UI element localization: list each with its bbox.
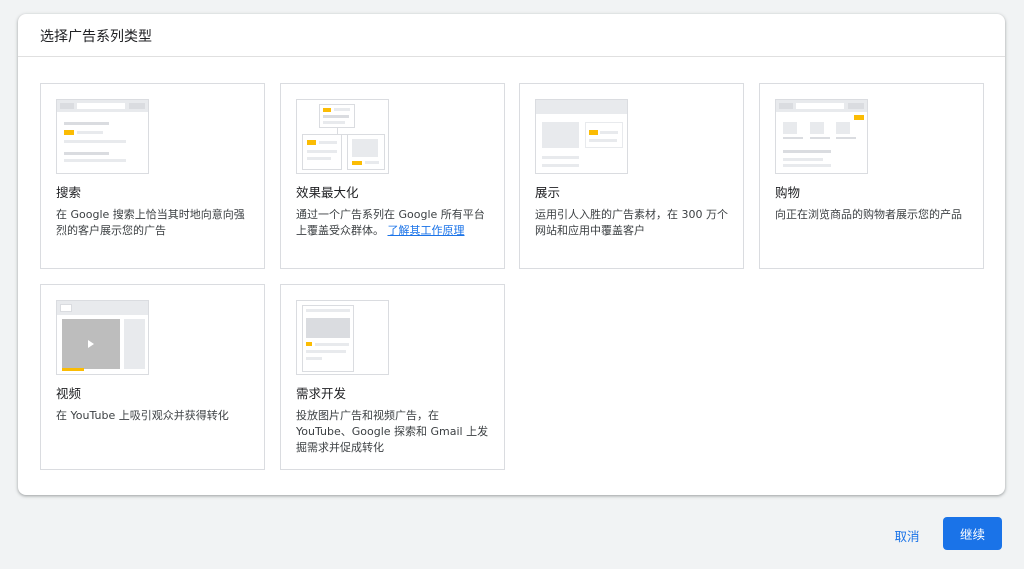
card-title: 效果最大化 — [296, 185, 359, 200]
card-description: 在 Google 搜索上恰当其时地向意向强烈的客户展示您的广告 — [56, 208, 245, 237]
dialog-title: 选择广告系列类型 — [18, 14, 1005, 57]
card-description: 投放图片广告和视频广告，在 YouTube、Google 探索和 Gmail 上… — [296, 409, 489, 454]
card-search[interactable]: 搜索 在 Google 搜索上恰当其时地向意向强烈的客户展示您的广告 — [40, 83, 265, 269]
shopping-illustration-icon — [775, 99, 868, 174]
performance-max-illustration-icon — [296, 99, 389, 174]
card-description: 运用引人入胜的广告素材，在 300 万个网站和应用中覆盖客户 — [535, 208, 728, 237]
search-illustration-icon — [56, 99, 149, 174]
card-video[interactable]: 视频 在 YouTube 上吸引观众并获得转化 — [40, 284, 265, 470]
card-description: 向正在浏览商品的购物者展示您的产品 — [775, 208, 962, 221]
card-title: 视频 — [56, 386, 82, 401]
continue-button[interactable]: 继续 — [943, 517, 1002, 550]
card-shopping[interactable]: 购物 向正在浏览商品的购物者展示您的产品 — [759, 83, 984, 269]
learn-how-it-works-link[interactable]: 了解其工作原理 — [388, 224, 465, 237]
card-performance-max[interactable]: 效果最大化 通过一个广告系列在 Google 所有平台上覆盖受众群体。 了解其工… — [280, 83, 505, 269]
card-display[interactable]: 展示 运用引人入胜的广告素材，在 300 万个网站和应用中覆盖客户 — [519, 83, 744, 269]
card-title: 购物 — [775, 185, 801, 200]
card-title: 需求开发 — [296, 386, 347, 401]
card-demand-gen[interactable]: 需求开发 投放图片广告和视频广告，在 YouTube、Google 探索和 Gm… — [280, 284, 505, 470]
card-title: 展示 — [535, 185, 561, 200]
video-illustration-icon — [56, 300, 149, 375]
demand-gen-illustration-icon — [296, 300, 389, 375]
cancel-button[interactable]: 取消 — [884, 520, 930, 550]
card-title: 搜索 — [56, 185, 82, 200]
display-illustration-icon — [535, 99, 628, 174]
card-description: 在 YouTube 上吸引观众并获得转化 — [56, 409, 229, 422]
campaign-type-dialog: 选择广告系列类型 搜索 在 Google 搜索上恰当其时地向意向强烈的客户展示您… — [18, 14, 1005, 495]
card-description: 通过一个广告系列在 Google 所有平台上覆盖受众群体。 了解其工作原理 — [296, 207, 491, 239]
